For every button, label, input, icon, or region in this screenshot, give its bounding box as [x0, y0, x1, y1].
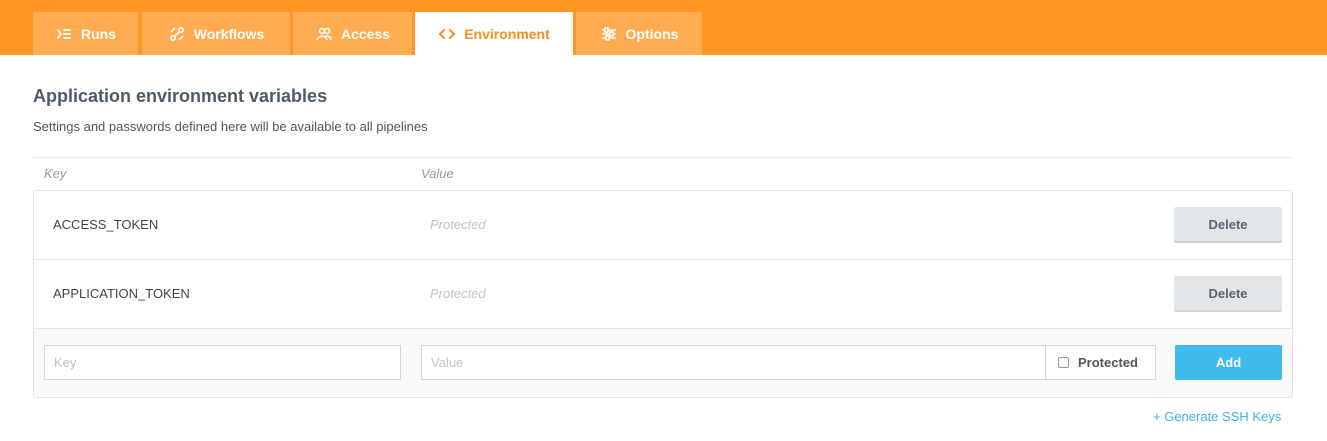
value-input[interactable] — [421, 345, 1046, 380]
top-nav-bar: Runs Workflows Access Environment Option… — [0, 0, 1327, 55]
tab-runs[interactable]: Runs — [33, 12, 138, 55]
access-icon — [315, 25, 333, 43]
variable-key: ACCESS_TOKEN — [53, 217, 159, 232]
delete-button[interactable]: Delete — [1174, 276, 1282, 312]
delete-button[interactable]: Delete — [1174, 207, 1282, 243]
tab-workflows-label: Workflows — [193, 25, 265, 42]
variable-value: Protected — [430, 217, 486, 232]
column-header-key: Key — [44, 166, 67, 181]
key-input[interactable] — [44, 345, 401, 380]
tab-access[interactable]: Access — [293, 12, 412, 55]
tab-runs-label: Runs — [81, 25, 116, 42]
protected-toggle[interactable]: Protected — [1045, 345, 1156, 380]
env-variables-table: ACCESS_TOKEN Protected Delete APPLICATIO… — [33, 190, 1293, 398]
workflows-icon — [168, 25, 186, 43]
new-variable-row: Protected Add — [34, 329, 1292, 397]
page-title: Application environment variables — [33, 86, 328, 106]
runs-icon — [55, 25, 73, 43]
tab-environment-label: Environment — [464, 25, 550, 42]
page-subtitle: Settings and passwords defined here will… — [33, 119, 428, 134]
tab-options[interactable]: Options — [576, 12, 702, 55]
sliders-icon — [600, 25, 618, 43]
protected-label: Protected — [1078, 355, 1138, 370]
tab-access-label: Access — [340, 25, 391, 42]
tab-environment[interactable]: Environment — [415, 12, 573, 55]
column-header-value: Value — [421, 166, 454, 181]
code-brackets-icon — [438, 25, 456, 43]
protected-checkbox[interactable] — [1058, 357, 1069, 368]
variable-value: Protected — [430, 286, 486, 301]
generate-ssh-keys-link[interactable]: + Generate SSH Keys — [1153, 409, 1281, 424]
add-button[interactable]: Add — [1175, 345, 1282, 380]
tab-options-label: Options — [625, 25, 679, 42]
table-row: ACCESS_TOKEN Protected Delete — [34, 191, 1292, 260]
header-divider — [33, 157, 1293, 158]
tab-workflows[interactable]: Workflows — [142, 12, 290, 55]
variable-key: APPLICATION_TOKEN — [53, 286, 190, 301]
table-row: APPLICATION_TOKEN Protected Delete — [34, 260, 1292, 329]
